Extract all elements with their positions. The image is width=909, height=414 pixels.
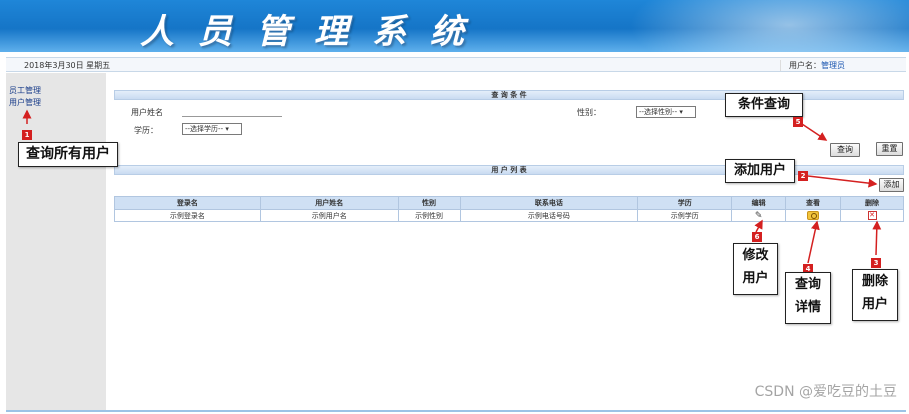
watermark: CSDN @爱吃豆的土豆: [754, 384, 897, 400]
edu-select-value: --选择学历--: [185, 125, 224, 133]
banner-glow: [629, 0, 909, 52]
delete-icon[interactable]: ✕: [867, 211, 877, 220]
sidebar-item-user[interactable]: 用户管理: [9, 97, 41, 108]
pencil-icon[interactable]: ✎: [755, 211, 763, 221]
cell-delete: ✕: [840, 209, 904, 222]
arrow-3: [872, 220, 882, 256]
cell-gender: 示例性别: [397, 209, 461, 222]
user-name-link[interactable]: 管理员: [821, 61, 845, 70]
edu-label: 学历：: [134, 126, 158, 135]
arrow-2: [807, 175, 878, 188]
cell-name: 示例用户名: [259, 209, 399, 222]
col-phone: 联系电话: [459, 196, 639, 210]
arrow-5: [801, 123, 828, 141]
col-name: 用户姓名: [259, 196, 399, 210]
gender-select[interactable]: --选择性别-- ▾: [636, 106, 696, 118]
annotation-query-all: 查询所有用户: [18, 142, 118, 167]
cell-login: 示例登录名: [114, 209, 261, 222]
col-edu: 学历: [637, 196, 733, 210]
arrow-6: [754, 219, 763, 233]
annotation-badge-5: 5: [793, 117, 803, 127]
info-bar: 2018年3月30日 星期五 用户名：管理员: [6, 57, 906, 72]
col-edit: 编辑: [731, 196, 787, 210]
sidebar-item-employee[interactable]: 员工管理: [9, 85, 41, 96]
gender-select-value: --选择性别--: [639, 108, 678, 116]
cell-phone: 示例电话号码: [459, 209, 639, 222]
col-delete: 删除: [840, 196, 904, 210]
query-button[interactable]: 查询: [830, 143, 860, 157]
annotation-badge-2: 2: [798, 171, 808, 181]
annotation-edit-user: 修改 用户: [733, 243, 778, 295]
user-info: 用户名：管理员: [780, 60, 906, 71]
annotation-badge-6: 6: [752, 232, 762, 242]
name-label: 用户姓名: [131, 108, 163, 117]
arrow-4: [807, 220, 820, 264]
annotation-badge-3: 3: [871, 258, 881, 268]
sidebar: 员工管理 用户管理: [6, 73, 106, 411]
col-view: 查看: [785, 196, 842, 210]
cell-edu: 示例学历: [637, 209, 733, 222]
table-header-row: 登录名 用户姓名 性别 联系电话 学历 编辑 查看 删除: [114, 196, 904, 210]
edu-select[interactable]: --选择学历-- ▾: [182, 123, 242, 135]
bottom-divider: [6, 410, 906, 412]
col-gender: 性别: [397, 196, 461, 210]
gender-label: 性别：: [577, 108, 601, 117]
user-label: 用户名：: [789, 61, 821, 70]
annotation-condition-query: 条件查询: [725, 93, 803, 117]
annotation-add-user: 添加用户: [725, 159, 795, 183]
name-input[interactable]: [182, 107, 282, 117]
user-table: 登录名 用户姓名 性别 联系电话 学历 编辑 查看 删除 示例登录名 示例用户名…: [114, 196, 904, 222]
current-date: 2018年3月30日 星期五: [24, 61, 111, 70]
reset-button[interactable]: 重置: [876, 142, 903, 156]
add-button[interactable]: 添加: [879, 178, 904, 192]
annotation-delete-user: 删除 用户: [852, 269, 898, 321]
col-login: 登录名: [114, 196, 261, 210]
annotation-badge-1: 1: [22, 130, 32, 140]
magnifier-icon[interactable]: [807, 211, 820, 220]
table-row: 示例登录名 示例用户名 示例性别 示例电话号码 示例学历 ✎ ✕: [114, 209, 904, 222]
annotation-view-detail: 查询 详情: [785, 272, 831, 324]
app-title: 人员管理系统: [140, 12, 488, 52]
cell-view: [785, 209, 842, 222]
cell-edit: ✎: [731, 209, 787, 222]
header-banner: 人员管理系统: [0, 0, 909, 52]
